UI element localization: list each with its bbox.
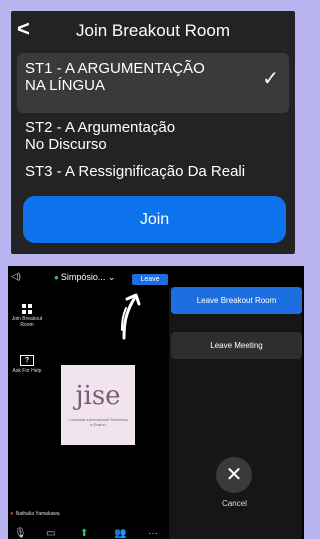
- video-icon[interactable]: ▭: [46, 528, 55, 539]
- room-label-line2: No Discurso: [25, 136, 107, 153]
- room-item-st2[interactable]: ST2 - A Argumentação No Discurso: [17, 119, 289, 153]
- help-icon: ?: [20, 355, 34, 366]
- join-breakout-dialog: < Join Breakout Room ST1 - A ARGUMENTAÇÃ…: [11, 11, 295, 254]
- share-icon[interactable]: ⬆: [80, 528, 88, 539]
- join-button[interactable]: Join: [23, 196, 286, 243]
- meeting-topbar: ◁) ● Simpósio... ⌄ Leave: [8, 266, 304, 288]
- ask-for-help-label: Ask For Help: [12, 368, 42, 374]
- room-label-line1: ST3 - A Ressignificação Da Reali: [25, 163, 246, 180]
- dialog-title: Join Breakout Room: [75, 21, 231, 40]
- room-label-line2: NA LÍNGUA: [25, 77, 106, 94]
- checkmark-icon: ✓: [262, 68, 279, 90]
- meeting-name[interactable]: ● Simpósio... ⌄: [54, 272, 115, 283]
- speaker-icon[interactable]: ◁): [11, 271, 21, 282]
- leave-button[interactable]: Leave: [132, 274, 168, 285]
- meeting-name-label: Simpósio...: [60, 272, 106, 282]
- room-item-st1[interactable]: ST1 - A ARGUMENTAÇÃO NA LÍNGUA ✓: [17, 53, 289, 113]
- leave-breakout-room-button[interactable]: Leave Breakout Room: [171, 287, 302, 314]
- muted-mic-icon: ●: [10, 511, 14, 517]
- room-item-st3[interactable]: ST3 - A Ressignificação Da Reali: [17, 163, 289, 180]
- grid-icon: [22, 304, 32, 314]
- participant-video: jise I Jornada Internacional Semiótica e…: [61, 365, 135, 445]
- dialog-header: < Join Breakout Room: [11, 11, 295, 49]
- participant-name-label: Nathalia Yamakawa: [15, 511, 60, 517]
- ask-for-help-item[interactable]: ? Ask For Help: [8, 355, 46, 374]
- mic-icon[interactable]: 🎙: [14, 528, 27, 539]
- participants-icon[interactable]: 👥: [114, 528, 126, 539]
- room-label-line1: ST1 - A ARGUMENTAÇÃO: [25, 60, 205, 77]
- video-logo-subtitle: I Jornada Internacional Semiótica e Ensi…: [68, 417, 128, 427]
- meeting-screen: ◁) ● Simpósio... ⌄ Leave Join Breakout Ro…: [8, 266, 304, 539]
- more-icon[interactable]: ···: [148, 528, 158, 539]
- leave-panel: Leave Breakout Room Leave Meeting ✕ Canc…: [169, 287, 302, 539]
- participant-name: ● Nathalia Yamakawa: [10, 511, 60, 517]
- room-label-line1: ST2 - A Argumentação: [25, 119, 176, 136]
- leave-meeting-button[interactable]: Leave Meeting: [171, 332, 302, 359]
- video-logo: jise: [75, 381, 121, 411]
- shield-icon: ●: [54, 273, 59, 282]
- cancel-icon[interactable]: ✕: [216, 457, 252, 493]
- cancel-label: Cancel: [222, 499, 247, 508]
- join-breakout-label: Join Breakout Room: [11, 316, 43, 328]
- join-breakout-room-item[interactable]: Join Breakout Room: [8, 304, 46, 328]
- arrow-annotation-icon: [121, 293, 141, 340]
